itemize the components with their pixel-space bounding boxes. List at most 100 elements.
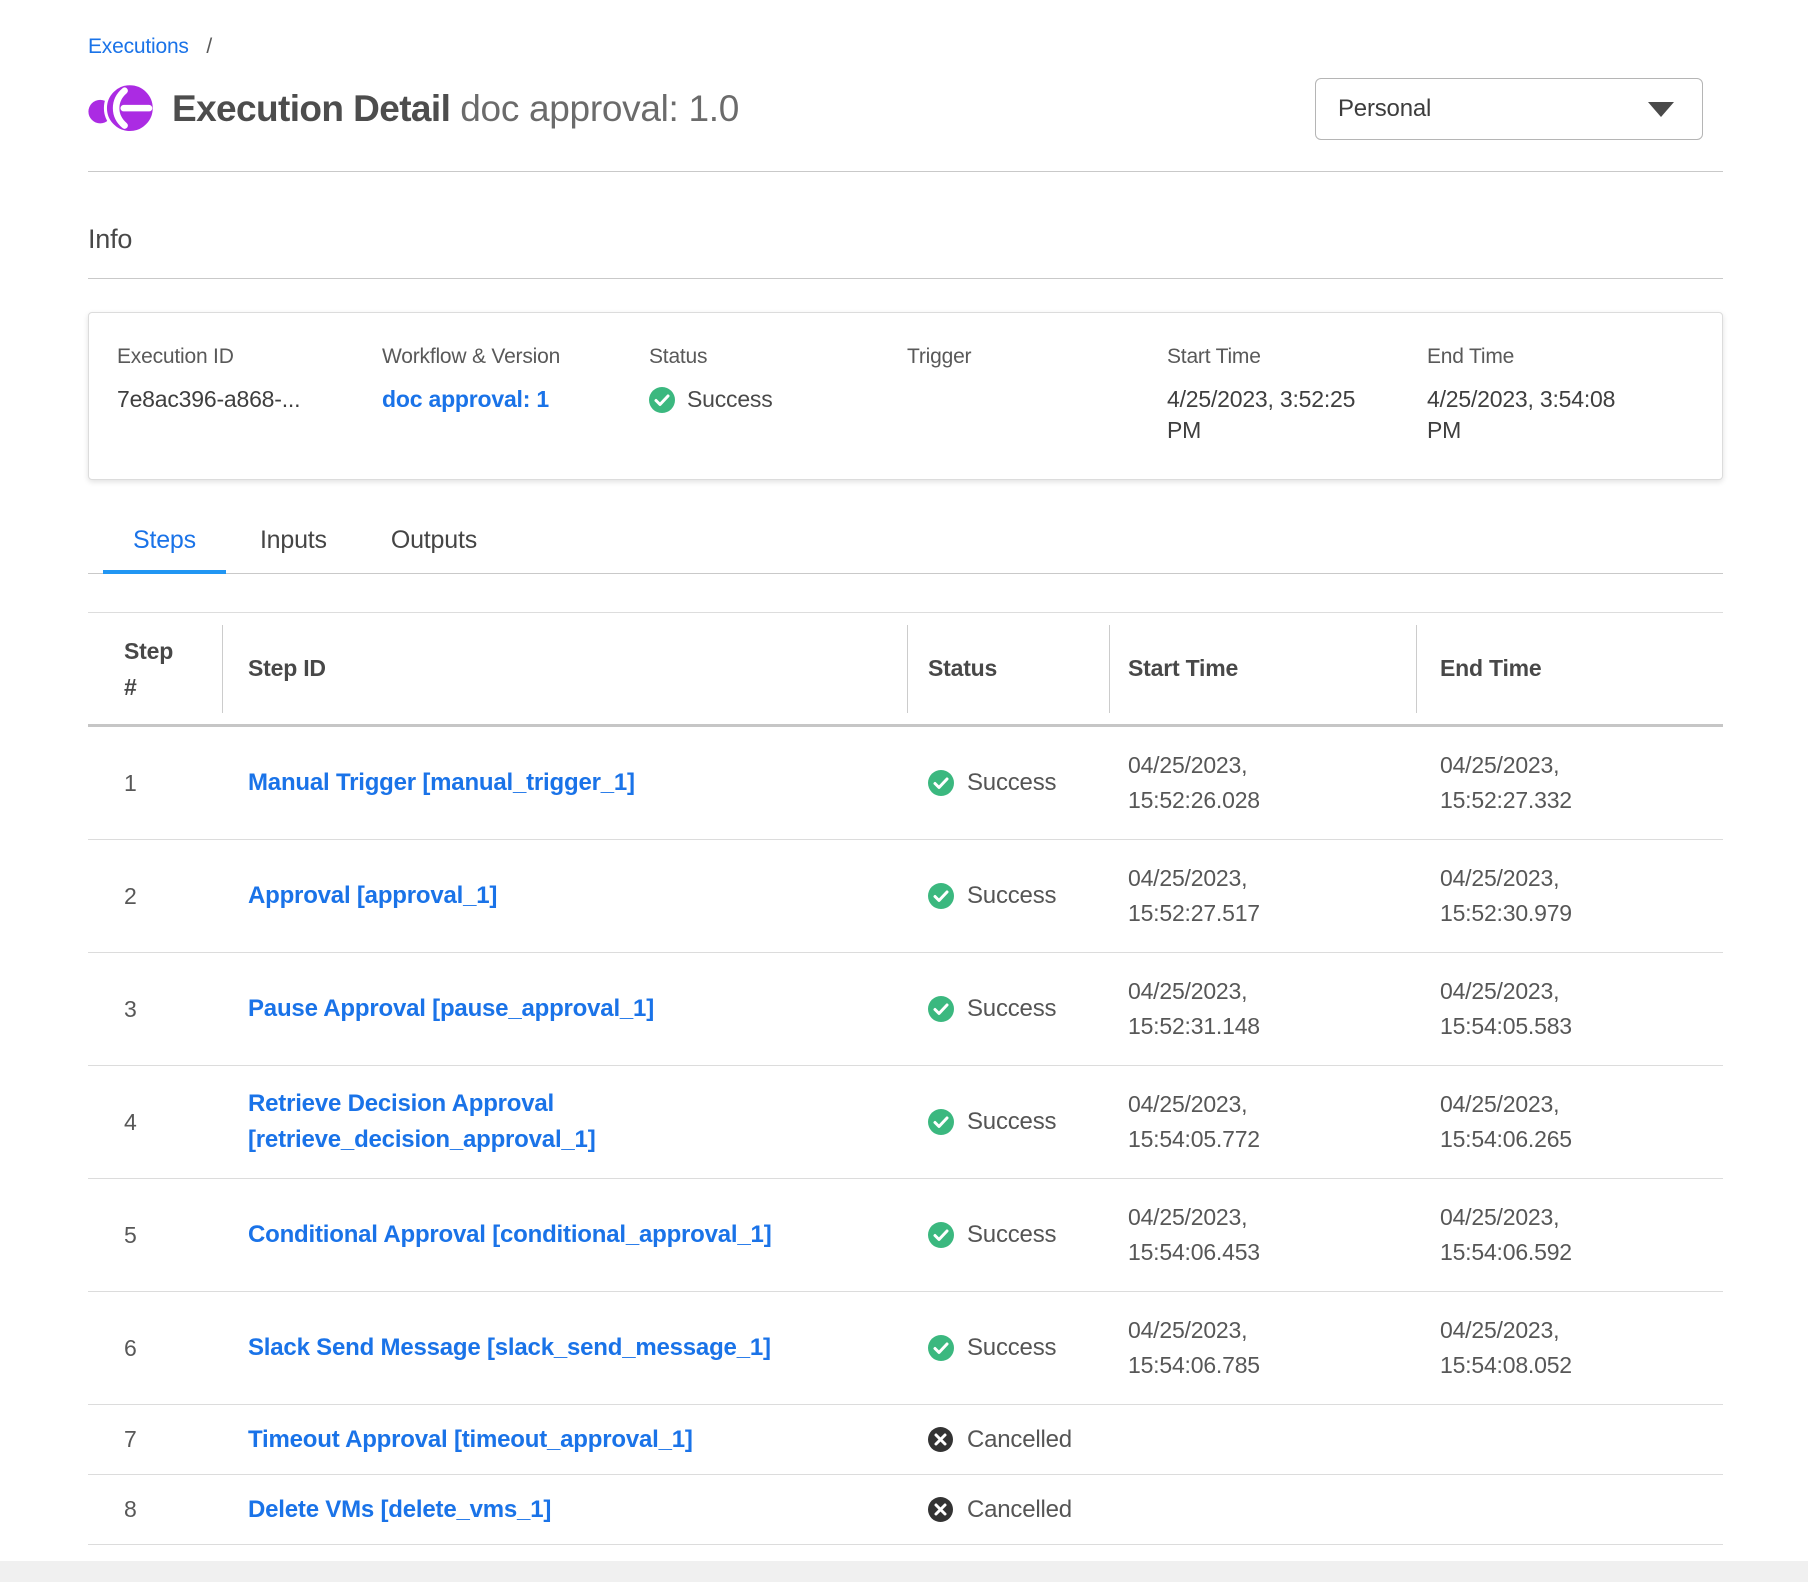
status-badge: Success bbox=[967, 1108, 1056, 1136]
breadcrumb-executions-link[interactable]: Executions bbox=[88, 35, 189, 58]
field-label: Workflow & Version bbox=[382, 343, 649, 370]
table-row: 4 Retrieve Decision Approval [retrieve_de… bbox=[88, 1066, 1723, 1179]
column-header-step-id: Step ID bbox=[223, 625, 908, 713]
success-check-icon bbox=[928, 1222, 954, 1248]
step-id-link[interactable]: Slack Send Message [slack_send_message_1… bbox=[248, 1330, 771, 1366]
status-badge: Success bbox=[967, 769, 1056, 797]
execution-detail-page: { "breadcrumb": { "root": "Executions", … bbox=[0, 0, 1808, 1582]
column-header-step-num: Step # bbox=[88, 625, 223, 713]
status-badge: Success bbox=[967, 1334, 1056, 1362]
info-field-end-time: End Time 4/25/2023, 3:54:08 PM bbox=[1427, 343, 1712, 446]
table-row: 3Pause Approval [pause_approval_1]Succes… bbox=[88, 953, 1723, 1066]
execution-id-value: 7e8ac396-a868-... bbox=[117, 384, 382, 415]
status-badge: Success bbox=[967, 995, 1056, 1023]
success-check-icon bbox=[649, 387, 675, 413]
success-check-icon bbox=[928, 1109, 954, 1135]
info-field-start-time: Start Time 4/25/2023, 3:52:25 PM bbox=[1167, 343, 1427, 446]
field-label: Start Time bbox=[1167, 343, 1427, 370]
page-title-subtitle: doc approval: 1.0 bbox=[460, 88, 739, 129]
cancelled-x-icon bbox=[928, 1497, 954, 1523]
step-id-link[interactable]: Pause Approval [pause_approval_1] bbox=[248, 991, 654, 1027]
step-id-link[interactable]: Timeout Approval [timeout_approval_1] bbox=[248, 1422, 693, 1458]
tab-steps[interactable]: Steps bbox=[103, 524, 226, 574]
info-field-status: Status Success bbox=[649, 343, 907, 446]
step-id-link[interactable]: Retrieve Decision Approval [retrieve_dec… bbox=[248, 1086, 868, 1158]
step-id-link[interactable]: Delete VMs [delete_vms_1] bbox=[248, 1492, 551, 1528]
success-check-icon bbox=[928, 996, 954, 1022]
step-number: 5 bbox=[88, 1222, 223, 1249]
step-end-time: 04/25/2023, 15:54:06.592 bbox=[1417, 1200, 1723, 1270]
step-number: 8 bbox=[88, 1496, 223, 1523]
status-badge: Success bbox=[687, 384, 773, 415]
success-check-icon bbox=[928, 883, 954, 909]
start-time-value: 4/25/2023, 3:52:25 PM bbox=[1167, 384, 1392, 446]
chevron-down-icon bbox=[1648, 102, 1674, 117]
field-label: Status bbox=[649, 343, 907, 370]
step-status: Success bbox=[908, 995, 1110, 1023]
field-label: End Time bbox=[1427, 343, 1712, 370]
steps-table: Step # Step ID Status Start Time End Tim… bbox=[88, 612, 1723, 1545]
step-id-link[interactable]: Conditional Approval [conditional_approv… bbox=[248, 1217, 772, 1253]
step-end-time: 04/25/2023, 15:54:08.052 bbox=[1417, 1313, 1723, 1383]
field-label: Trigger bbox=[907, 343, 1167, 370]
status-badge: Success bbox=[967, 882, 1056, 910]
end-time-value: 4/25/2023, 3:54:08 PM bbox=[1427, 384, 1652, 446]
step-number: 7 bbox=[88, 1426, 223, 1453]
table-row: 8 Delete VMs [delete_vms_1] Cancelled bbox=[88, 1475, 1723, 1545]
table-row: 1 Manual Trigger [manual_trigger_1] Succes… bbox=[88, 727, 1723, 840]
info-divider bbox=[88, 278, 1723, 279]
column-header-end-time: End Time bbox=[1417, 625, 1723, 713]
step-status: Success bbox=[908, 1334, 1110, 1362]
workspace-dropdown[interactable]: Personal bbox=[1315, 78, 1703, 140]
status-badge: Success bbox=[967, 1221, 1056, 1249]
step-status: Success bbox=[908, 769, 1110, 797]
step-start-time: 04/25/2023, 15:52:26.028 bbox=[1110, 748, 1417, 818]
column-header-start-time: Start Time bbox=[1110, 625, 1417, 713]
main-content: Executions / Execution Detaildoc approva… bbox=[88, 0, 1723, 1545]
step-start-time: 04/25/2023, 15:52:31.148 bbox=[1110, 974, 1417, 1044]
step-end-time: 04/25/2023, 15:54:05.583 bbox=[1417, 974, 1723, 1044]
detail-tabs: Steps Inputs Outputs bbox=[88, 524, 1723, 574]
step-status: Success bbox=[908, 1221, 1110, 1249]
title-divider bbox=[88, 171, 1723, 172]
tab-inputs[interactable]: Inputs bbox=[230, 524, 357, 574]
status-badge: Cancelled bbox=[967, 1496, 1072, 1524]
step-number: 2 bbox=[88, 883, 223, 910]
step-number: 1 bbox=[88, 770, 223, 797]
info-section-heading: Info bbox=[88, 221, 1723, 257]
step-end-time: 04/25/2023, 15:52:27.332 bbox=[1417, 748, 1723, 818]
table-row: 7 Timeout Approval [timeout_approval_1] Ca… bbox=[88, 1405, 1723, 1475]
table-row: 5 Conditional Approval [conditional_appro… bbox=[88, 1179, 1723, 1292]
step-id-link[interactable]: Manual Trigger [manual_trigger_1] bbox=[248, 765, 635, 801]
success-check-icon bbox=[928, 1335, 954, 1361]
page-title: Execution Detaildoc approval: 1.0 bbox=[172, 88, 739, 130]
step-end-time: 04/25/2023, 15:54:06.265 bbox=[1417, 1087, 1723, 1157]
steps-table-body: 1 Manual Trigger [manual_trigger_1] Succes… bbox=[88, 727, 1723, 1545]
info-field-workflow-version: Workflow & Version doc approval: 1 bbox=[382, 343, 649, 446]
table-row: 6 Slack Send Message [slack_send_message_… bbox=[88, 1292, 1723, 1405]
step-start-time: 04/25/2023, 15:52:27.517 bbox=[1110, 861, 1417, 931]
steps-table-header: Step # Step ID Status Start Time End Tim… bbox=[88, 612, 1723, 727]
cancelled-x-icon bbox=[928, 1427, 954, 1453]
step-start-time: 04/25/2023, 15:54:05.772 bbox=[1110, 1087, 1417, 1157]
tab-outputs[interactable]: Outputs bbox=[361, 524, 507, 574]
step-number: 6 bbox=[88, 1335, 223, 1362]
status-badge: Cancelled bbox=[967, 1426, 1072, 1454]
info-field-trigger: Trigger bbox=[907, 343, 1167, 446]
page-bottom-strip bbox=[0, 1561, 1808, 1582]
step-start-time: 04/25/2023, 15:54:06.453 bbox=[1110, 1200, 1417, 1270]
step-status: Success bbox=[908, 1108, 1110, 1136]
step-end-time: 04/25/2023, 15:52:30.979 bbox=[1417, 861, 1723, 931]
field-label: Execution ID bbox=[117, 343, 382, 370]
execution-info-card: Execution ID 7e8ac396-a868-... Workflow … bbox=[88, 312, 1723, 480]
page-title-main: Execution Detail bbox=[172, 88, 450, 129]
column-header-status: Status bbox=[908, 625, 1110, 713]
breadcrumb: Executions / bbox=[88, 0, 1723, 61]
breadcrumb-separator: / bbox=[206, 35, 212, 58]
step-number: 4 bbox=[88, 1109, 223, 1136]
step-id-link[interactable]: Approval [approval_1] bbox=[248, 878, 497, 914]
step-status: Success bbox=[908, 882, 1110, 910]
table-row: 2 Approval [approval_1] Success 04/25/2023,… bbox=[88, 840, 1723, 953]
step-status: Cancelled bbox=[908, 1496, 1110, 1524]
workflow-version-link[interactable]: doc approval: 1 bbox=[382, 386, 549, 412]
